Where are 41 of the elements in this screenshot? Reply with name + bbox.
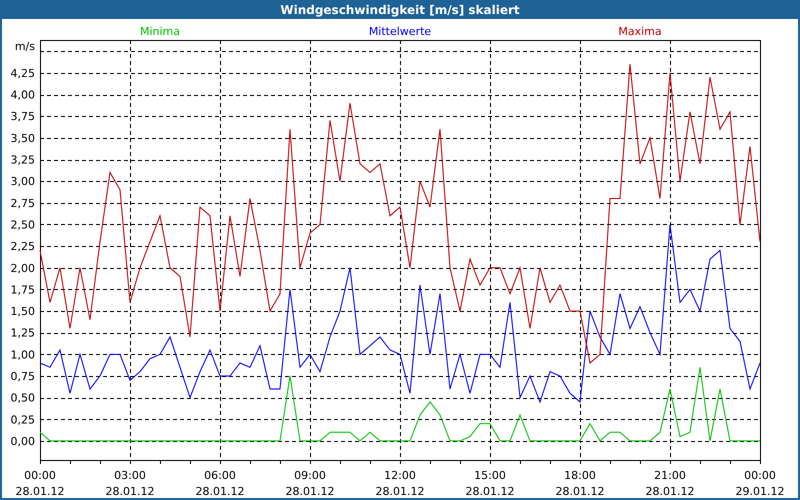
axis-label: 03:00 <box>114 469 146 482</box>
axis-label: 00:00 <box>24 469 56 482</box>
axis-label: 0,25 <box>10 413 35 426</box>
axis-label: 28.01.12 <box>16 485 64 498</box>
axis-label: 2,25 <box>10 240 35 254</box>
axis-label: 0,50 <box>10 392 35 405</box>
axis-label: 00:00 <box>744 469 776 482</box>
axis-label: 28.01.12 <box>106 485 154 498</box>
window-title: Windgeschwindigkeit [m/s] skaliert <box>280 2 520 16</box>
axis-label: 3,50 <box>10 132 35 145</box>
axis-label: 28.01.12 <box>196 485 244 498</box>
axis-label: 2,50 <box>10 218 35 232</box>
legend-label: Mittelwerte <box>368 25 432 38</box>
axis-label: 4,00 <box>10 88 35 102</box>
axis-label: 28.01.12 <box>376 485 424 498</box>
axis-label: 28.01.12 <box>466 485 514 498</box>
axis-label: 4,25 <box>10 66 35 80</box>
axis-label: 0,75 <box>10 370 35 383</box>
axis-label: 28.01.12 <box>646 485 694 498</box>
axis-label: 2,75 <box>10 196 35 210</box>
axis-label: 09:00 <box>294 469 326 482</box>
axis-label: 28.01.12 <box>286 485 334 498</box>
axis-label: 1,50 <box>10 305 35 318</box>
axis-label: 18:00 <box>564 469 596 482</box>
axis-label: 1,00 <box>10 348 35 362</box>
axis-label: 3,25 <box>10 154 35 166</box>
axis-label: 12:00 <box>384 469 416 482</box>
axis-label: 29.01.12 <box>736 485 784 498</box>
axis-label: 2,00 <box>10 262 35 275</box>
axis-label: 1,75 <box>10 283 35 296</box>
axis-label: 1,25 <box>10 326 35 340</box>
legend-label: Maxima <box>618 25 662 38</box>
axis-label: 15:00 <box>474 469 506 482</box>
axis-label: 06:00 <box>204 469 236 482</box>
axis-label: 21:00 <box>654 469 686 482</box>
axis-label: 28.01.12 <box>556 485 604 498</box>
axis-label: 3,00 <box>10 175 35 188</box>
axis-unit: m/s <box>14 40 35 53</box>
axis-label: 3,75 <box>10 110 35 124</box>
axis-label: 0,00 <box>10 434 35 448</box>
legend-label: Minima <box>140 25 180 38</box>
